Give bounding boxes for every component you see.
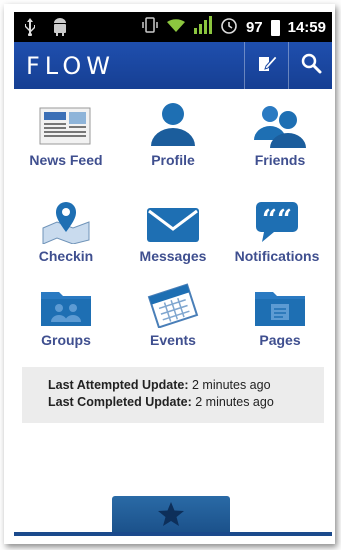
- vibrate-icon: [142, 16, 158, 39]
- favorites-tab[interactable]: [112, 496, 230, 536]
- signal-icon: [193, 16, 212, 39]
- clock: 14:59: [287, 19, 326, 36]
- last-completed-value: 2 minutes ago: [195, 395, 274, 409]
- group-folder-icon: [36, 278, 96, 328]
- last-attempted-update: Last Attempted Update: 2 minutes ago: [48, 378, 271, 392]
- menu-item-label: Messages: [139, 248, 207, 264]
- menu-item-pages[interactable]: Pages: [230, 278, 330, 348]
- app-bar: FLOW: [14, 42, 332, 89]
- menu-item-events[interactable]: Events: [123, 278, 223, 348]
- update-status-panel: Last Attempted Update: 2 minutes ago Las…: [22, 367, 324, 423]
- menu-item-notifications[interactable]: ““ Notifications: [227, 194, 327, 264]
- calendar-icon: [143, 278, 203, 328]
- menu-item-label: Checkin: [38, 248, 94, 264]
- last-completed-update: Last Completed Update: 2 minutes ago: [48, 395, 274, 409]
- alarm-icon: [220, 16, 238, 39]
- menu-item-label: News Feed: [29, 152, 103, 168]
- battery-level: 97: [245, 19, 263, 36]
- menu-item-groups[interactable]: Groups: [16, 278, 116, 348]
- phone-screen: 97 14:59 FLOW News Feed Profile Friends …: [14, 12, 332, 536]
- menu-item-label: Groups: [41, 332, 91, 348]
- compose-button[interactable]: [244, 42, 289, 89]
- menu-item-news-feed[interactable]: News Feed: [16, 98, 116, 168]
- pages-folder-icon: [250, 278, 310, 328]
- menu-item-label: Pages: [259, 332, 301, 348]
- newspaper-icon: [36, 98, 96, 148]
- app-title: FLOW: [26, 52, 115, 80]
- envelope-icon: [143, 194, 203, 244]
- menu-item-profile[interactable]: Profile: [123, 98, 223, 168]
- people-icon: [250, 98, 310, 148]
- menu-item-messages[interactable]: Messages: [123, 194, 223, 264]
- menu-item-label: Notifications: [234, 248, 320, 264]
- android-icon: [52, 18, 68, 41]
- wifi-icon: [166, 17, 186, 38]
- battery-icon: [270, 19, 280, 36]
- search-icon: [300, 52, 322, 79]
- last-attempted-value: 2 minutes ago: [192, 378, 271, 392]
- quote-bubble-icon: ““: [247, 194, 307, 244]
- map-pin-icon: [36, 194, 96, 244]
- menu-item-label: Profile: [151, 152, 195, 168]
- usb-icon: [24, 18, 36, 41]
- search-button[interactable]: [288, 42, 332, 89]
- star-icon: [157, 501, 185, 532]
- menu-item-checkin[interactable]: Checkin: [16, 194, 116, 264]
- compose-icon: [256, 52, 278, 79]
- menu-item-friends[interactable]: Friends: [230, 98, 330, 168]
- menu-item-label: Events: [150, 332, 196, 348]
- menu-item-label: Friends: [254, 152, 306, 168]
- last-attempted-label: Last Attempted Update:: [48, 378, 189, 392]
- last-completed-label: Last Completed Update:: [48, 395, 192, 409]
- person-icon: [143, 98, 203, 148]
- screenshot-frame: 97 14:59 FLOW News Feed Profile Friends …: [4, 4, 335, 544]
- status-bar: 97 14:59: [14, 12, 332, 42]
- bottom-bar-divider: [14, 532, 332, 536]
- svg-text:““: ““: [262, 205, 292, 235]
